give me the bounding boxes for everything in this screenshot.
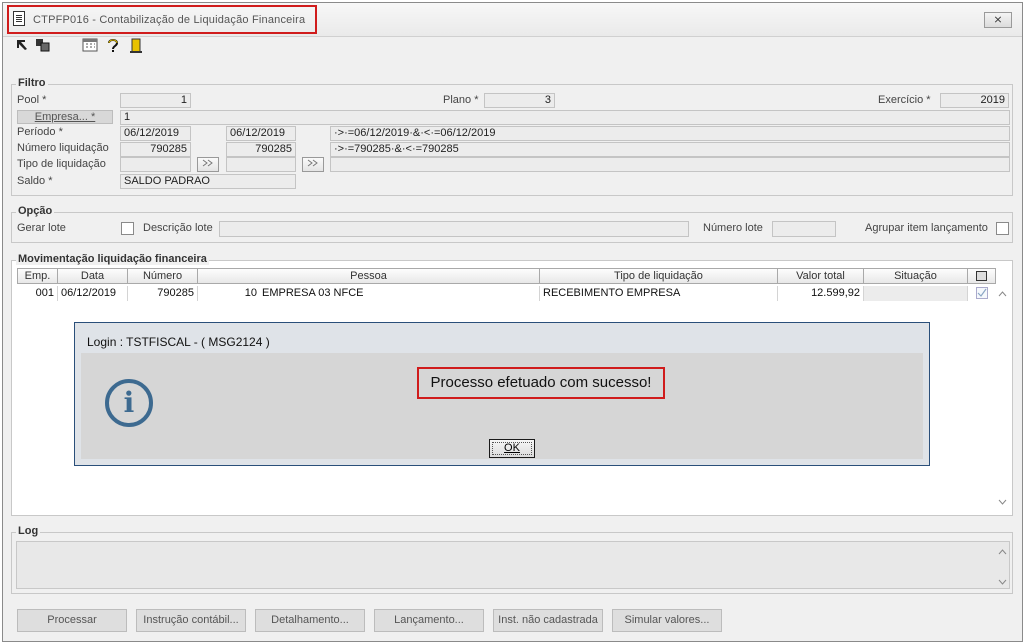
lancamento-label: Lançamento...: [394, 614, 464, 626]
descricao-lote-label: Descrição lote: [143, 222, 213, 234]
dialog-message: Processo efetuado com sucesso!: [417, 367, 665, 399]
col-header-pessoa[interactable]: Pessoa: [198, 268, 540, 284]
dialog-title: Login : TSTFISCAL - ( MSG2124 ): [87, 335, 270, 349]
numero-to-field[interactable]: 790285: [226, 142, 296, 157]
pool-field[interactable]: 1: [120, 93, 191, 108]
col-header-numero[interactable]: Número: [128, 268, 198, 284]
numero-from-field[interactable]: 790285: [120, 142, 191, 157]
tipo-to-lookup-button[interactable]: [302, 157, 324, 172]
log-scroll-down-icon[interactable]: [998, 577, 1007, 587]
numero-lote-label: Número lote: [703, 222, 763, 234]
inst-nao-cadastrada-button[interactable]: Inst. não cadastrada: [493, 609, 603, 632]
ok-label: OK: [504, 442, 520, 454]
info-icon: i: [105, 379, 153, 427]
tipo-from-field[interactable]: [120, 157, 191, 172]
lookup-icon: [307, 159, 318, 167]
calendar-icon[interactable]: [82, 38, 98, 54]
saldo-field[interactable]: SALDO PADRAO: [120, 174, 296, 189]
cell-situacao[interactable]: [864, 286, 968, 301]
log-area[interactable]: [16, 541, 1010, 589]
empresa-field[interactable]: 1: [120, 110, 1010, 125]
simular-label: Simular valores...: [624, 614, 710, 626]
plano-field[interactable]: 3: [484, 93, 555, 108]
window-title: CTPFP016 - Contabilização de Liquidação …: [33, 14, 306, 26]
movimentacao-legend: Movimentação liquidação financeira: [16, 253, 209, 265]
plano-label: Plano *: [443, 94, 479, 106]
periodo-label: Período *: [17, 126, 63, 138]
col-header-select[interactable]: [968, 268, 996, 284]
cell-data[interactable]: 06/12/2019: [58, 286, 128, 301]
col-header-emp[interactable]: Emp.: [17, 268, 58, 284]
col-header-data[interactable]: Data: [58, 268, 128, 284]
agrupar-checkbox[interactable]: [996, 222, 1009, 235]
grid-scroll-down-icon[interactable]: [998, 497, 1007, 507]
col-header-situacao[interactable]: Situação: [864, 268, 968, 284]
log-scroll-up-icon[interactable]: [998, 547, 1007, 557]
tipo-liquidacao-label: Tipo de liquidação: [17, 158, 106, 170]
col-header-tipo[interactable]: Tipo de liquidação: [540, 268, 778, 284]
check-icon: [977, 288, 987, 297]
help-icon[interactable]: [105, 38, 121, 54]
detalhamento-button[interactable]: Detalhamento...: [255, 609, 365, 632]
document-icon: [13, 11, 25, 26]
copy-icon[interactable]: [35, 38, 51, 54]
instrucao-contabil-button[interactable]: Instrução contábil...: [136, 609, 246, 632]
opcao-legend: Opção: [16, 205, 55, 217]
numero-lote-field[interactable]: [772, 221, 836, 237]
numero-liquidacao-label: Número liquidação: [17, 142, 109, 154]
close-button[interactable]: ⨯: [984, 12, 1012, 28]
agrupar-label: Agrupar item lançamento: [865, 222, 988, 234]
cell-pessoa-code[interactable]: 10: [198, 286, 260, 301]
cell-numero[interactable]: 790285: [128, 286, 198, 301]
inst-nao-cadastrada-label: Inst. não cadastrada: [498, 614, 598, 626]
exercicio-label: Exercício *: [878, 94, 931, 106]
log-legend: Log: [16, 525, 41, 537]
gerar-lote-label: Gerar lote: [17, 222, 66, 234]
exit-icon[interactable]: [128, 38, 144, 54]
saldo-label: Saldo *: [17, 175, 53, 187]
lancamento-button[interactable]: Lançamento...: [374, 609, 484, 632]
periodo-to-field[interactable]: 06/12/2019: [226, 126, 296, 141]
empresa-button-label: Empresa... *: [34, 111, 96, 123]
title-bar: CTPFP016 - Contabilização de Liquidação …: [3, 3, 1022, 37]
dialog-body: i Processo efetuado com sucesso! OK: [81, 353, 923, 459]
gerar-lote-checkbox[interactable]: [121, 222, 134, 235]
cell-pessoa[interactable]: EMPRESA 03 NFCE: [259, 286, 540, 301]
col-header-valor[interactable]: Valor total: [778, 268, 864, 284]
row-checkbox[interactable]: [976, 287, 988, 299]
arrow-icon[interactable]: [14, 38, 30, 54]
pool-label: Pool *: [17, 94, 47, 106]
empresa-button[interactable]: Empresa... *: [17, 110, 113, 124]
grid-scroll-up-icon[interactable]: [998, 289, 1007, 299]
select-all-icon: [976, 271, 987, 281]
tipo-from-lookup-button[interactable]: [197, 157, 219, 172]
cell-valor[interactable]: 12.599,92: [778, 286, 864, 301]
periodo-from-field[interactable]: 06/12/2019: [120, 126, 191, 141]
instrucao-label: Instrução contábil...: [143, 614, 239, 626]
tipo-to-field[interactable]: [226, 157, 296, 172]
cell-emp[interactable]: 001: [23, 286, 58, 301]
filtro-legend: Filtro: [16, 77, 48, 89]
simular-valores-button[interactable]: Simular valores...: [612, 609, 722, 632]
cell-tipo[interactable]: RECEBIMENTO EMPRESA: [540, 286, 778, 301]
tipo-expression: [330, 157, 1010, 172]
lookup-icon: [202, 159, 213, 167]
detalhamento-label: Detalhamento...: [271, 614, 349, 626]
processar-button[interactable]: Processar: [17, 609, 127, 632]
periodo-expression: ·>·=06/12/2019·&·<·=06/12/2019: [330, 126, 1010, 141]
numero-expression: ·>·=790285·&·<·=790285: [330, 142, 1010, 157]
ok-button[interactable]: OK: [489, 439, 535, 458]
descricao-lote-field[interactable]: [219, 221, 689, 237]
message-dialog: Login : TSTFISCAL - ( MSG2124 ) i Proces…: [74, 322, 930, 466]
processar-label: Processar: [47, 614, 97, 626]
exercicio-field[interactable]: 2019: [940, 93, 1009, 108]
